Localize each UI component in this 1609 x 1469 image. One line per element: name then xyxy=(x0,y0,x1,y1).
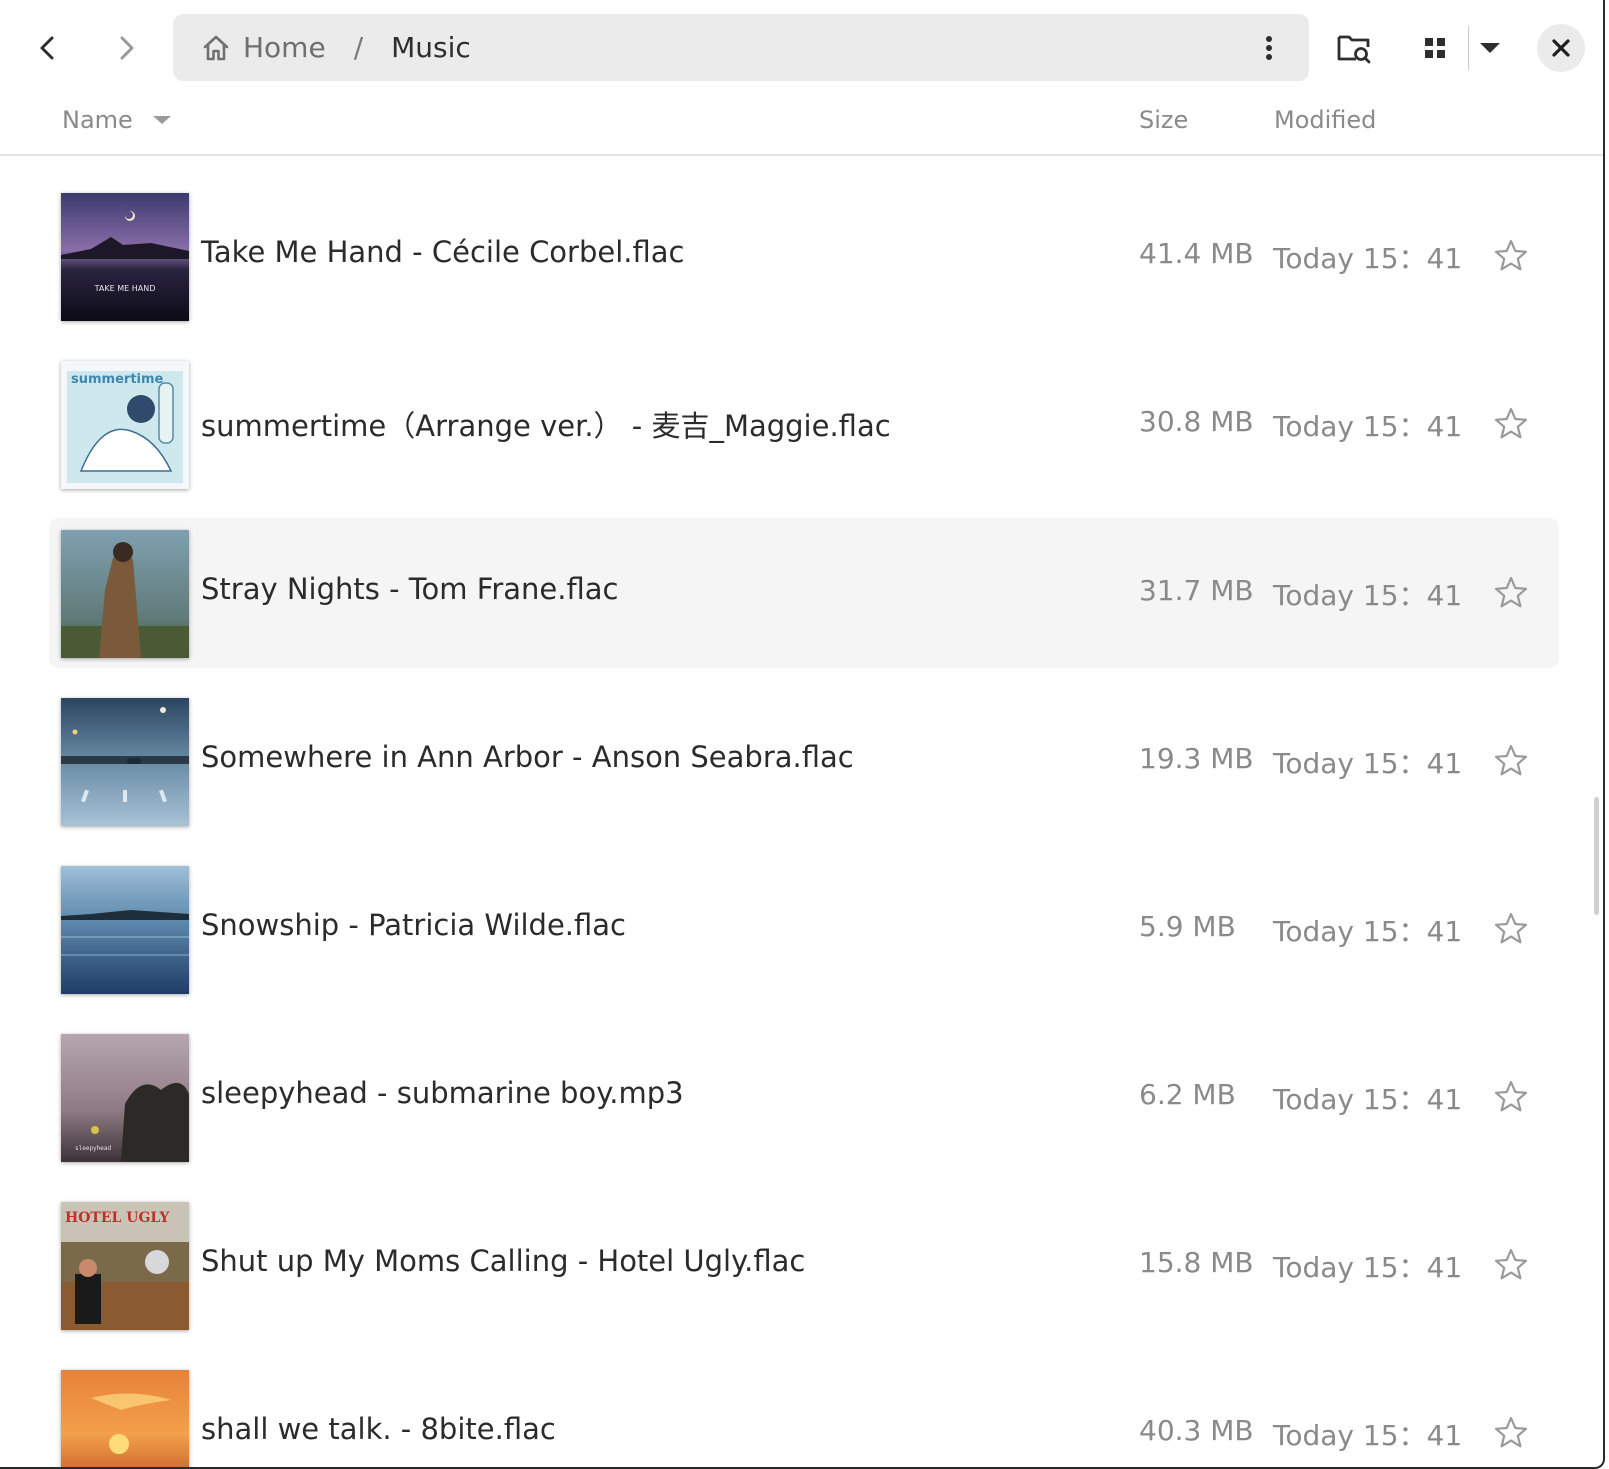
toolbar: Home / Music xyxy=(0,0,1603,96)
album-cover xyxy=(61,698,189,826)
file-size: 5.9 MB xyxy=(1139,910,1236,943)
star-icon xyxy=(1494,407,1528,439)
breadcrumb-current[interactable]: Music xyxy=(391,31,471,64)
file-modified: Today 15：41 xyxy=(1273,410,1463,443)
album-cover-art: summertime xyxy=(61,361,189,489)
file-modified: Today 15：41 xyxy=(1273,579,1463,612)
file-modified: Today 15：41 xyxy=(1273,1251,1463,1284)
home-icon xyxy=(203,35,229,60)
album-cover: summertime xyxy=(61,361,189,489)
column-size-header[interactable]: Size xyxy=(1139,106,1188,134)
column-name-label: Name xyxy=(62,106,133,134)
chevron-left-icon xyxy=(40,36,54,60)
favorite-button[interactable] xyxy=(1493,406,1529,442)
favorite-button[interactable] xyxy=(1493,743,1529,779)
file-modified: Today 15：41 xyxy=(1273,242,1463,275)
folder-search-icon xyxy=(1337,35,1371,64)
file-manager-window: Home / Music Name Size Modified TAKE ME … xyxy=(0,0,1605,1469)
file-row-selected[interactable]: Stray Nights - Tom Frane.flac 31.7 MB To… xyxy=(49,518,1559,668)
file-size: 19.3 MB xyxy=(1139,742,1254,775)
path-menu-button[interactable] xyxy=(1251,30,1287,66)
chevron-right-icon xyxy=(120,36,134,60)
breadcrumb-home-label: Home xyxy=(243,31,326,64)
file-row[interactable]: Snowship - Patricia Wilde.flac 5.9 MB To… xyxy=(49,854,1559,1004)
favorite-button[interactable] xyxy=(1493,1079,1529,1115)
column-modified-header[interactable]: Modified xyxy=(1274,106,1376,134)
file-row[interactable]: Somewhere in Ann Arbor - Anson Seabra.fl… xyxy=(49,686,1559,836)
file-size: 30.8 MB xyxy=(1139,405,1254,438)
vertical-scrollbar[interactable] xyxy=(1594,797,1599,915)
column-name-header[interactable]: Name xyxy=(62,106,171,134)
path-bar[interactable]: Home / Music xyxy=(173,14,1309,81)
file-modified: Today 15：41 xyxy=(1273,1419,1463,1452)
forward-button[interactable] xyxy=(102,24,150,72)
album-cover-art: HOTEL UGLY xyxy=(61,1202,189,1330)
file-list: TAKE ME HAND Take Me Hand - Cécile Corbe… xyxy=(0,156,1603,1467)
star-icon xyxy=(1494,239,1528,271)
favorite-button[interactable] xyxy=(1493,1247,1529,1283)
album-cover-text: sleepyhead xyxy=(75,1145,112,1152)
file-size: 6.2 MB xyxy=(1139,1078,1236,1111)
star-icon xyxy=(1494,1248,1528,1280)
file-row[interactable]: TAKE ME HAND Take Me Hand - Cécile Corbe… xyxy=(49,181,1559,331)
album-cover-art xyxy=(61,530,189,658)
favorite-button[interactable] xyxy=(1493,911,1529,947)
star-icon xyxy=(1494,912,1528,944)
star-icon xyxy=(1494,744,1528,776)
file-size: 41.4 MB xyxy=(1139,237,1254,270)
file-size: 15.8 MB xyxy=(1139,1246,1254,1279)
grid-view-button[interactable] xyxy=(1411,24,1459,72)
favorite-button[interactable] xyxy=(1493,238,1529,274)
album-cover-text: summertime xyxy=(71,372,164,387)
file-modified: Today 15：41 xyxy=(1273,915,1463,948)
close-icon xyxy=(1552,39,1570,57)
album-cover xyxy=(61,530,189,658)
star-icon xyxy=(1494,1080,1528,1112)
file-size: 31.7 MB xyxy=(1139,574,1254,607)
album-cover-art: sleepyhead xyxy=(61,1034,189,1162)
column-header-bar: Name Size Modified xyxy=(0,96,1603,156)
album-cover-text: HOTEL UGLY xyxy=(65,1210,170,1226)
file-name: summertime（Arrange ver.） - 麦吉_Maggie.fla… xyxy=(201,409,891,443)
file-modified: Today 15：41 xyxy=(1273,1083,1463,1116)
back-button[interactable] xyxy=(24,24,72,72)
album-cover-art xyxy=(61,866,189,994)
file-row[interactable]: HOTEL UGLY Shut up My Moms Calling - Hot… xyxy=(49,1190,1559,1340)
album-cover-art xyxy=(61,1370,189,1467)
file-name: Stray Nights - Tom Frane.flac xyxy=(201,572,619,606)
file-modified: Today 15：41 xyxy=(1273,747,1463,780)
album-cover xyxy=(61,866,189,994)
file-name: shall we talk. - 8bite.flac xyxy=(201,1412,556,1446)
album-cover: HOTEL UGLY xyxy=(61,1202,189,1330)
breadcrumb-home[interactable]: Home xyxy=(201,31,326,64)
file-name: Snowship - Patricia Wilde.flac xyxy=(201,908,627,942)
album-cover-art: TAKE ME HAND xyxy=(61,193,189,321)
star-icon xyxy=(1494,576,1528,608)
file-size: 40.3 MB xyxy=(1139,1414,1254,1447)
search-button[interactable] xyxy=(1330,24,1378,72)
album-cover: sleepyhead xyxy=(61,1034,189,1162)
album-cover xyxy=(61,1370,189,1467)
favorite-button[interactable] xyxy=(1493,1415,1529,1451)
album-cover-art xyxy=(61,698,189,826)
view-options-dropdown[interactable] xyxy=(1466,24,1514,72)
file-row[interactable]: shall we talk. - 8bite.flac 40.3 MB Toda… xyxy=(49,1358,1559,1467)
favorite-button[interactable] xyxy=(1493,575,1529,611)
kebab-menu-icon xyxy=(1266,36,1272,60)
breadcrumb-separator: / xyxy=(353,31,364,64)
file-name: sleepyhead - submarine boy.mp3 xyxy=(201,1076,684,1110)
caret-down-icon xyxy=(1480,43,1500,53)
album-cover-text: TAKE ME HAND xyxy=(94,284,156,293)
file-name: Somewhere in Ann Arbor - Anson Seabra.fl… xyxy=(201,740,854,774)
star-icon xyxy=(1494,1416,1528,1448)
album-cover: TAKE ME HAND xyxy=(61,193,189,321)
file-row[interactable]: sleepyhead sleepyhead - submarine boy.mp… xyxy=(49,1022,1559,1172)
file-name: Take Me Hand - Cécile Corbel.flac xyxy=(201,235,685,269)
close-button[interactable] xyxy=(1537,24,1585,72)
sort-arrow-icon xyxy=(152,116,171,124)
grid-view-icon xyxy=(1425,38,1445,58)
file-row[interactable]: summertime summertime（Arrange ver.） - 麦吉… xyxy=(49,349,1559,499)
file-name: Shut up My Moms Calling - Hotel Ugly.fla… xyxy=(201,1244,806,1278)
